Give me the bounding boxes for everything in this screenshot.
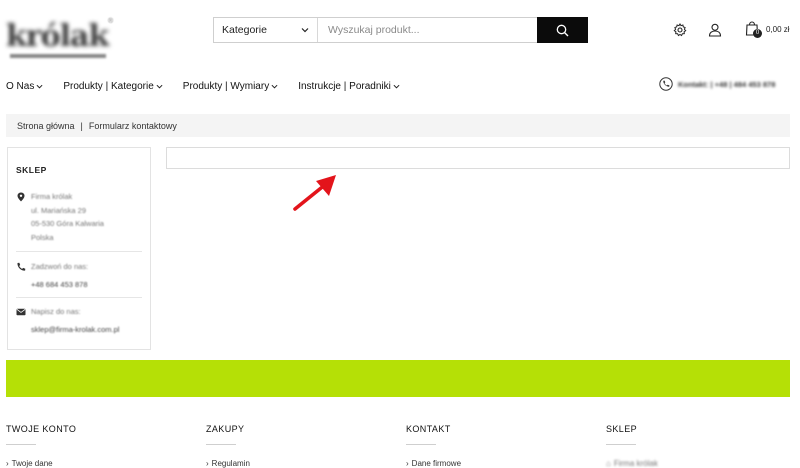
breadcrumb-current: Formularz kontaktowy [88, 120, 177, 131]
cart-amount: 0,00 zł [766, 25, 790, 34]
sidebar-phone[interactable]: +48 684 453 878 [31, 278, 88, 292]
cart-count-badge: 0 [753, 29, 762, 38]
user-icon [708, 23, 722, 37]
footer-column-store: SKLEP ⌂ Firma królak [606, 424, 796, 468]
header-contact-text: Kontakt: | +48 | 484 453 878 [678, 79, 776, 89]
chevron-right-icon: › [206, 459, 209, 468]
contact-form-container [166, 147, 790, 169]
footer-link[interactable]: › Dane firmowe [406, 459, 596, 468]
footer-link[interactable]: › Twoje dane [6, 459, 196, 468]
home-icon: ⌂ [606, 459, 611, 468]
sidebar-divider [16, 251, 142, 252]
nav-item-instrukcje-poradniki[interactable]: Instrukcje | Poradniki [298, 79, 400, 93]
footer-column-title: ZAKUPY [206, 424, 245, 434]
footer-store-info: ⌂ Firma królak [606, 459, 796, 468]
address-line: Polska [31, 232, 54, 242]
phone-icon [659, 77, 673, 91]
search-input[interactable] [318, 18, 537, 42]
logo-registered-mark: ® [108, 18, 114, 25]
sidebar-email[interactable]: sklep@firma-krolak.com.pl [31, 323, 119, 337]
nav-item-o-nas[interactable]: O Nas [6, 79, 43, 93]
footer-title-rule [406, 444, 436, 445]
sidebar-phone-label: Zadzwoń do nas: [31, 262, 89, 271]
main-nav: O Nas Produkty | Kategorie Produkty | Wy… [6, 79, 420, 93]
store-info-sidebar: SKLEP Firma królak ul. Mariańska 29 05-5… [7, 147, 151, 350]
nav-item-label: Instrukcje | Poradniki [298, 80, 391, 92]
nav-item-produkty-wymiary[interactable]: Produkty | Wymiary [183, 79, 278, 93]
nav-item-label: Produkty | Kategorie [63, 80, 154, 92]
footer-column-account: TWOJE KONTO › Twoje dane [6, 424, 196, 468]
chevron-down-icon [271, 84, 278, 89]
chevron-right-icon: › [6, 459, 9, 468]
footer-title-rule [206, 444, 236, 445]
chevron-down-icon [393, 84, 400, 89]
footer-link[interactable]: › Regulamin [206, 459, 396, 468]
map-pin-icon [17, 192, 25, 202]
footer-link-label: Twoje dane [11, 459, 53, 468]
gear-icon [673, 23, 687, 37]
search-icon [556, 24, 569, 36]
nav-item-label: Produkty | Wymiary [182, 80, 270, 92]
phone-icon [17, 262, 26, 271]
address-line: 05-530 Góra Kalwaria [31, 219, 104, 228]
category-select[interactable]: Kategorie [214, 18, 318, 42]
footer-title-rule [606, 444, 636, 445]
cart-button[interactable]: 0 0,00 zł [745, 20, 795, 40]
chevron-down-icon [36, 84, 43, 89]
chevron-right-icon: › [406, 459, 409, 468]
address-line: Firma królak [31, 192, 73, 201]
search-bar: Kategorie [213, 17, 588, 43]
breadcrumb-home[interactable]: Strona główna [17, 121, 75, 131]
account-button[interactable] [707, 22, 723, 38]
chevron-down-icon [301, 28, 309, 33]
envelope-icon [16, 308, 26, 316]
nav-item-label: O Nas [6, 80, 35, 92]
nav-item-produkty-kategorie[interactable]: Produkty | Kategorie [63, 79, 163, 93]
footer-column-title: TWOJE KONTO [6, 424, 77, 434]
footer-column-title: KONTAKT [406, 424, 451, 434]
category-select-label: Kategorie [222, 24, 267, 36]
logo-text: królak [6, 19, 109, 54]
sidebar-title: SKLEP [16, 165, 47, 175]
red-arrow-icon [293, 175, 336, 211]
footer-column-contact: KONTAKT › Dane firmowe [406, 424, 596, 468]
footer-title-rule [6, 444, 36, 445]
breadcrumb: Strona główna | Formularz kontaktowy [6, 114, 790, 137]
footer-link-label: Dane firmowe [411, 459, 462, 468]
settings-button[interactable] [672, 22, 688, 38]
sidebar-email-label: Napisz do nas: [31, 307, 81, 316]
sidebar-divider [16, 297, 142, 298]
footer-column-title: SKLEP [606, 424, 638, 434]
chevron-down-icon [156, 84, 163, 89]
footer-column-shopping: ZAKUPY › Regulamin [206, 424, 396, 468]
footer-link-label: Regulamin [211, 459, 250, 468]
page: królak ® Kategorie 0 0,00 zł [0, 0, 800, 468]
address-line: ul. Mariańska 29 [31, 205, 87, 215]
search-button[interactable] [537, 17, 588, 43]
accent-banner [6, 360, 790, 397]
breadcrumb-separator: | [80, 120, 83, 131]
logo-tagline [10, 54, 106, 58]
site-logo[interactable]: królak ® [6, 18, 114, 60]
sidebar-address: Firma królak ul. Mariańska 29 05-530 Gór… [31, 190, 104, 244]
footer-store-name: Firma królak [613, 459, 658, 468]
header-contact[interactable]: Kontakt: | +48 | 484 453 878 [659, 77, 775, 91]
